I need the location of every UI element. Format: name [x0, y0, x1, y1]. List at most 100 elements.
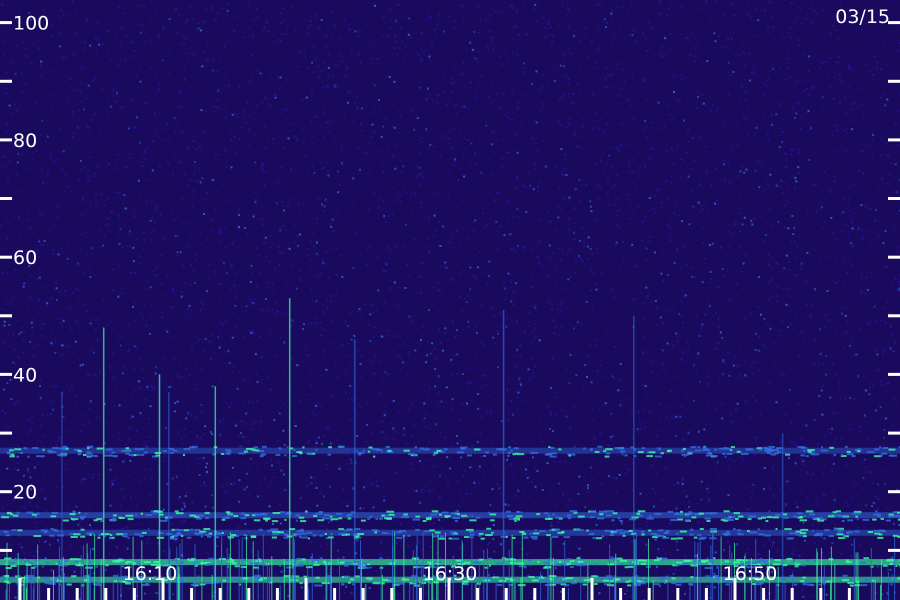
- noise-speckle: [819, 67, 821, 70]
- noise-speckle: [327, 174, 330, 177]
- noise-speckle: [389, 249, 392, 252]
- noise-speckle: [414, 358, 417, 361]
- noise-speckle: [611, 219, 614, 222]
- noise-speckle: [289, 116, 292, 119]
- noise-speckle: [437, 375, 440, 378]
- noise-speckle: [158, 35, 161, 38]
- noise-speckle: [696, 39, 699, 42]
- noise-speckle: [427, 423, 430, 426]
- noise-speckle: [877, 498, 880, 501]
- noise-speckle: [331, 218, 334, 221]
- noise-speckle: [347, 24, 350, 27]
- noise-speckle: [738, 102, 741, 104]
- noise-speckle: [402, 434, 405, 437]
- noise-speckle: [691, 190, 694, 193]
- noise-speckle: [698, 211, 701, 214]
- noise-speckle: [671, 118, 674, 121]
- noise-speckle: [311, 165, 314, 167]
- noise-speckle: [793, 227, 796, 230]
- noise-speckle: [150, 89, 153, 92]
- noise-speckle: [693, 159, 696, 162]
- noise-speckle: [185, 417, 188, 420]
- noise-speckle: [733, 459, 736, 462]
- noise-speckle: [80, 65, 83, 68]
- noise-speckle: [866, 230, 869, 233]
- noise-speckle: [143, 441, 146, 444]
- noise-speckle: [897, 49, 900, 52]
- noise-speckle: [144, 592, 146, 595]
- noise-speckle: [297, 338, 300, 341]
- noise-speckle: [77, 262, 80, 265]
- noise-speckle: [468, 222, 471, 225]
- noise-speckle: [268, 260, 271, 263]
- noise-speckle: [434, 423, 437, 426]
- noise-speckle: [675, 335, 678, 338]
- noise-speckle: [817, 522, 820, 525]
- noise-speckle: [522, 245, 525, 248]
- noise-speckle: [310, 88, 313, 91]
- noise-speckle: [623, 187, 626, 190]
- noise-speckle: [556, 264, 559, 267]
- noise-speckle: [546, 185, 549, 188]
- noise-speckle: [114, 191, 117, 194]
- noise-speckle: [475, 545, 478, 548]
- noise-speckle: [39, 379, 42, 382]
- noise-speckle: [136, 238, 138, 241]
- noise-speckle: [290, 163, 293, 166]
- noise-speckle: [609, 436, 612, 439]
- noise-speckle: [765, 147, 767, 150]
- noise-speckle: [1, 507, 4, 510]
- noise-speckle: [91, 473, 94, 476]
- noise-speckle: [327, 53, 330, 56]
- noise-speckle: [646, 547, 649, 550]
- noise-speckle: [143, 4, 146, 7]
- noise-speckle: [493, 573, 495, 576]
- noise-speckle: [670, 79, 673, 82]
- noise-speckle: [891, 281, 894, 284]
- noise-speckle: [222, 17, 224, 19]
- noise-speckle: [520, 385, 523, 388]
- noise-speckle: [528, 171, 531, 174]
- noise-speckle: [52, 219, 55, 222]
- noise-speckle: [802, 423, 805, 426]
- noise-speckle: [679, 570, 682, 573]
- noise-speckle: [170, 385, 173, 388]
- noise-speckle: [706, 367, 709, 370]
- noise-speckle: [381, 431, 384, 434]
- noise-speckle: [17, 462, 20, 465]
- noise-speckle: [231, 60, 234, 63]
- noise-speckle: [615, 491, 618, 494]
- noise-speckle: [751, 4, 754, 7]
- noise-speckle: [93, 175, 96, 178]
- noise-speckle: [371, 160, 374, 163]
- noise-speckle: [477, 408, 480, 410]
- noise-speckle: [248, 468, 251, 470]
- noise-speckle: [591, 305, 594, 308]
- noise-speckle: [666, 198, 669, 201]
- noise-speckle: [787, 126, 790, 129]
- noise-speckle: [830, 216, 833, 219]
- noise-speckle: [107, 30, 109, 32]
- noise-speckle: [514, 495, 517, 498]
- noise-speckle: [366, 573, 369, 575]
- noise-speckle: [60, 344, 63, 347]
- noise-speckle: [386, 35, 389, 38]
- noise-speckle: [670, 227, 673, 230]
- noise-speckle: [876, 369, 879, 372]
- noise-speckle: [402, 361, 404, 364]
- noise-speckle: [74, 340, 77, 343]
- noise-speckle: [448, 172, 451, 175]
- noise-speckle: [628, 397, 631, 400]
- noise-speckle: [686, 342, 689, 345]
- noise-speckle: [8, 323, 11, 326]
- noise-speckle: [256, 495, 259, 498]
- noise-speckle: [731, 2, 734, 5]
- noise-speckle: [699, 175, 702, 178]
- noise-speckle: [372, 130, 375, 133]
- noise-speckle: [87, 175, 90, 178]
- noise-speckle: [820, 208, 822, 211]
- noise-speckle: [418, 143, 421, 145]
- noise-speckle: [323, 137, 326, 140]
- noise-speckle: [611, 10, 613, 13]
- noise-speckle: [465, 493, 468, 495]
